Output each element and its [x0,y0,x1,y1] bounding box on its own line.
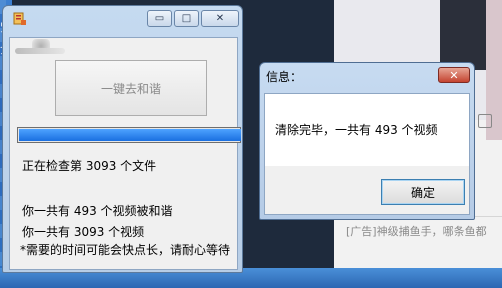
main-client-area: 一键去和谐 正在检查第 3093 个文件 你一共有 493 个视频被和谐 你一共… [9,37,241,270]
dialog-body: 清除完毕，一共有 493 个视频 确定 [264,93,470,215]
caption-buttons: ▭ □ ✕ [147,10,239,27]
dialog-message-area: 清除完毕，一共有 493 个视频 [265,94,469,166]
one-click-clean-button[interactable]: 一键去和谐 [55,60,207,116]
ok-button[interactable]: 确定 [381,179,465,205]
progress-bar-fill [19,129,241,141]
dialog-message: 清除完毕，一共有 493 个视频 [275,123,438,137]
minimize-button[interactable]: ▭ [147,10,172,27]
info-dialog: 信息： ✕ 清除完毕，一共有 493 个视频 确定 [259,62,475,220]
app-icon [13,12,26,25]
background-page-icon [478,114,492,128]
dialog-title: 信息： [266,70,303,84]
dialog-close-button[interactable]: ✕ [438,67,470,83]
progress-bar [17,127,241,143]
wait-note-label: *需要的时间可能会快点长，请耐心等待 [20,243,231,257]
total-count-label: 你一共有 3093 个视频 [22,225,145,239]
blurred-label [15,48,65,54]
status-label: 正在检查第 3093 个文件 [22,159,157,173]
main-window: ▭ □ ✕ 一键去和谐 正在检查第 3093 个文件 你一共有 493 个视频被… [2,5,243,273]
background-ad-link[interactable]: [广告]神级捕鱼手，哪条鱼都 [346,223,487,239]
maximize-button[interactable]: □ [174,10,199,27]
blocked-count-label: 你一共有 493 个视频被和谐 [22,204,173,218]
close-button[interactable]: ✕ [201,10,239,27]
